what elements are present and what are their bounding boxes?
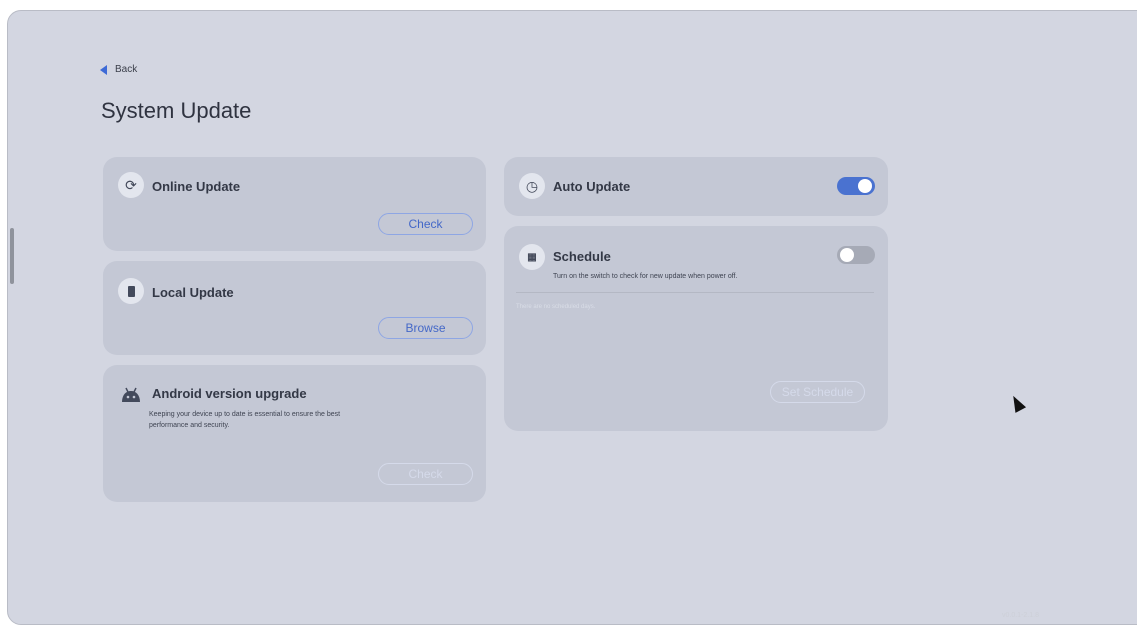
- online-update-check-button[interactable]: Check: [378, 213, 473, 235]
- back-button[interactable]: Back: [100, 64, 137, 75]
- storage-icon: [118, 278, 144, 304]
- page-title: System Update: [101, 98, 252, 123]
- local-update-card: Local Update Browse: [103, 261, 486, 355]
- android-upgrade-description-1: Keeping your device up to date is essent…: [149, 411, 341, 418]
- auto-update-toggle[interactable]: [837, 177, 875, 195]
- online-update-card: ⟳ Online Update Check: [103, 157, 486, 251]
- auto-update-card: ◷ Auto Update: [504, 157, 888, 216]
- schedule-card: ▦ Schedule Turn on the switch to check f…: [504, 226, 888, 431]
- auto-update-title: Auto Update: [553, 179, 631, 194]
- set-schedule-button[interactable]: Set Schedule: [770, 381, 865, 403]
- schedule-divider: [516, 292, 874, 293]
- android-upgrade-description-2: performance and security.: [149, 422, 230, 429]
- schedule-title: Schedule: [553, 249, 611, 264]
- refresh-icon: ⟳: [118, 172, 144, 198]
- local-update-browse-button[interactable]: Browse: [378, 317, 473, 339]
- android-upgrade-check-button[interactable]: Check: [378, 463, 473, 485]
- android-upgrade-title: Android version upgrade: [152, 386, 307, 401]
- android-icon: [118, 382, 144, 408]
- schedule-description: Turn on the switch to check for new upda…: [553, 273, 738, 280]
- android-upgrade-card: Android version upgrade Keeping your dev…: [103, 365, 486, 502]
- version-label: v0.0.1-2.1.8: [1002, 612, 1039, 619]
- back-arrow-icon: [100, 64, 107, 75]
- schedule-toggle[interactable]: [837, 246, 875, 264]
- schedule-empty-text: There are no scheduled days.: [516, 304, 596, 310]
- local-update-title: Local Update: [152, 285, 234, 300]
- history-icon: ◷: [519, 173, 545, 199]
- toggle-knob: [840, 248, 854, 262]
- online-update-title: Online Update: [152, 179, 241, 194]
- toggle-knob: [858, 179, 872, 193]
- back-label: Back: [115, 64, 138, 75]
- calendar-icon: ▦: [519, 244, 545, 270]
- side-handle[interactable]: [10, 228, 14, 284]
